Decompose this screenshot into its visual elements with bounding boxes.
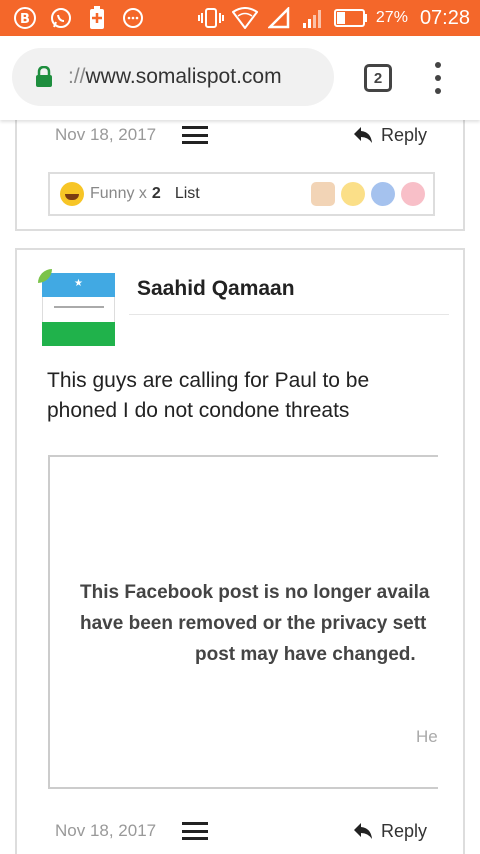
- signal-bars-icon: [300, 5, 326, 31]
- b-badge-icon: B: [12, 5, 38, 31]
- embed-help-link[interactable]: He: [416, 727, 438, 747]
- reply-icon: [353, 823, 372, 839]
- clock: 07:28: [419, 6, 470, 29]
- funny-icon[interactable]: [341, 182, 365, 206]
- divider: [129, 314, 449, 315]
- embed-line: post may have changed.: [195, 644, 416, 665]
- signal-triangle-icon: [266, 5, 292, 31]
- reply-label: Reply: [380, 124, 427, 145]
- battery-percent: 27%: [375, 9, 408, 26]
- whatsapp-icon: [48, 5, 74, 31]
- wifi-icon: [231, 5, 258, 31]
- flag-motto: [54, 306, 104, 308]
- post-card: ★ Saahid Qamaan This guys are calling fo…: [15, 248, 465, 854]
- battery-charging-icon: [84, 5, 110, 31]
- post-body: This guys are calling for Paul to be pho…: [47, 369, 370, 422]
- status-bar: B 27% 07:28: [0, 0, 480, 36]
- post-date[interactable]: Nov 18, 2017: [55, 125, 156, 145]
- post-card: Nov 18, 2017 Reply Funny x 2 List: [15, 120, 465, 231]
- battery-icon: [333, 5, 368, 31]
- url-scheme: ://: [68, 65, 86, 88]
- reactions-bar: Funny x 2 List: [48, 172, 435, 216]
- reaction-list-link[interactable]: List: [175, 185, 200, 203]
- post-meta: Nov 18, 2017 Reply: [17, 120, 463, 150]
- reaction-label: Funny x: [90, 185, 147, 202]
- url-text: ://www.somalispot.com: [68, 65, 282, 89]
- url-bar[interactable]: ://www.somalispot.com: [12, 48, 334, 106]
- tab-switcher-button[interactable]: 2: [364, 64, 392, 92]
- avatar[interactable]: ★: [38, 269, 115, 346]
- lock-icon: [36, 66, 52, 87]
- informative-icon[interactable]: [371, 182, 395, 206]
- chat-bubble-icon: [120, 5, 146, 31]
- reply-icon: [353, 127, 372, 143]
- hamburger-icon[interactable]: [182, 126, 208, 144]
- url-host: www.somalispot.com: [85, 65, 282, 88]
- post-meta: Nov 18, 2017 Reply: [17, 816, 463, 846]
- facebook-embed: This Facebook post is no longer availa h…: [48, 455, 438, 789]
- svg-text:B: B: [20, 12, 30, 27]
- embed-message: This Facebook post is no longer availa h…: [80, 577, 438, 670]
- embed-line: have been removed or the privacy sett: [80, 613, 427, 634]
- post-date[interactable]: Nov 18, 2017: [55, 821, 156, 841]
- page-content: Nov 18, 2017 Reply Funny x 2 List ★ Saah…: [0, 120, 480, 854]
- hamburger-icon[interactable]: [182, 822, 208, 840]
- funny-emoji-icon: [60, 182, 84, 206]
- reply-button[interactable]: Reply: [353, 821, 427, 842]
- reply-button[interactable]: Reply: [353, 125, 427, 146]
- tab-count: 2: [373, 69, 383, 87]
- star-icon: ★: [74, 278, 83, 289]
- reaction-count: 2: [151, 185, 161, 202]
- reply-label: Reply: [380, 820, 427, 841]
- vibrate-icon: [197, 5, 224, 31]
- author-name[interactable]: Saahid Qamaan: [137, 277, 295, 301]
- love-icon[interactable]: [401, 182, 425, 206]
- browser-toolbar: ://www.somalispot.com 2: [0, 36, 480, 120]
- overflow-menu-button[interactable]: [428, 62, 448, 94]
- embed-line: This Facebook post is no longer availa: [80, 582, 430, 603]
- like-icon[interactable]: [311, 182, 335, 206]
